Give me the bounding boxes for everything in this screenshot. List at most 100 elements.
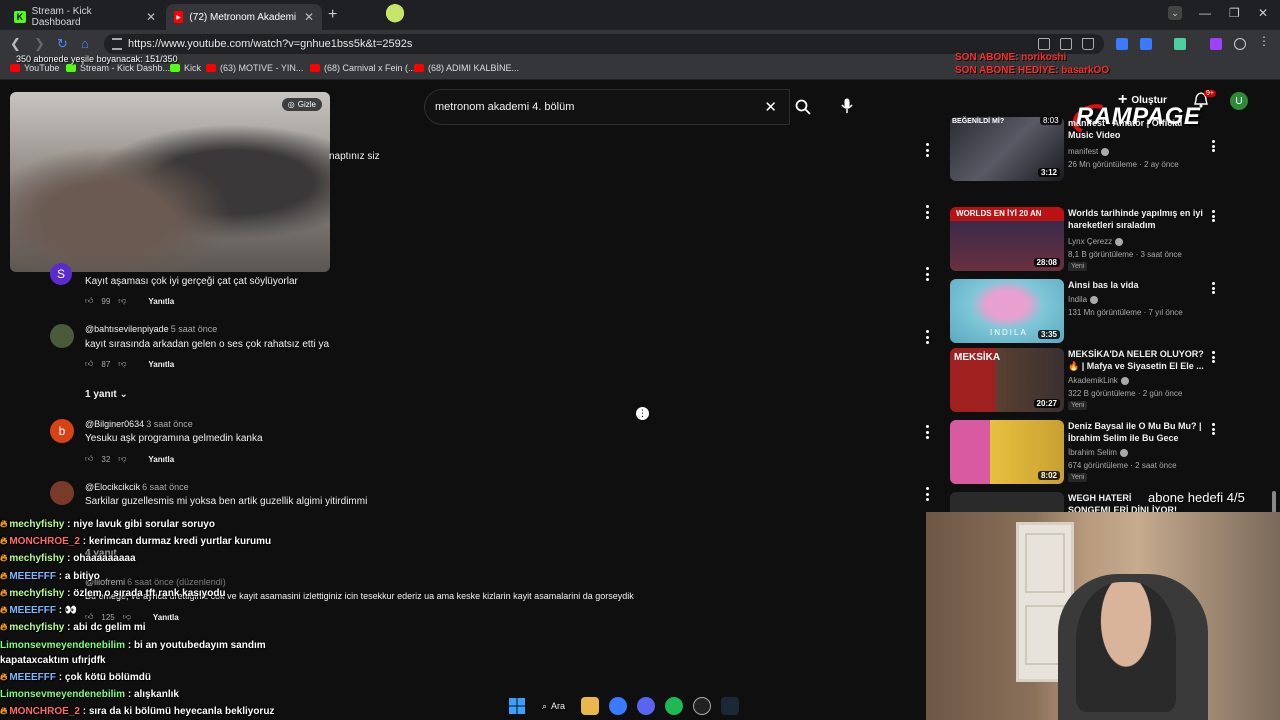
video-title[interactable]: Ainsi bas la vida [1068, 279, 1206, 291]
bookmark-item[interactable]: (68) Carnival x Fein (... [310, 63, 416, 73]
like-icon[interactable]: 👍︎ [85, 296, 93, 306]
account-avatar[interactable]: U [1230, 92, 1248, 110]
video-options-icon[interactable] [1212, 423, 1216, 435]
comment-author[interactable]: @bahtısevilenpiyade 5 saat önce [85, 324, 217, 334]
mini-player-video[interactable]: ◎ Gizle [10, 92, 330, 272]
windows-start-icon[interactable] [508, 697, 526, 715]
more-options-icon[interactable] [924, 267, 930, 281]
video-options-icon[interactable] [1212, 210, 1216, 222]
hide-button[interactable]: ◎ Gizle [281, 98, 322, 111]
reply-button[interactable]: Yanıtla [153, 613, 179, 622]
video-thumbnail[interactable]: WORLDS EN İYİ 20 AN 28:08 [950, 207, 1064, 271]
view-replies-button[interactable]: 1 yanıt ⌄ [85, 389, 128, 400]
video-thumbnail[interactable] [950, 492, 1064, 512]
cursor-options-icon[interactable]: ⋮ [636, 407, 649, 420]
voice-search-button[interactable] [832, 91, 862, 121]
site-settings-icon[interactable] [112, 38, 122, 50]
tab-youtube-video[interactable]: ▶ (72) Metronom Akademi | 4. Bö ✕ [166, 4, 322, 30]
extension-icon[interactable] [1210, 38, 1222, 50]
recommended-video[interactable]: WORLDS EN İYİ 20 AN 28:08 Worlds tarihin… [950, 207, 1220, 271]
video-options-icon[interactable] [1212, 351, 1216, 363]
more-options-icon[interactable] [924, 143, 930, 157]
discord-icon[interactable] [637, 697, 656, 715]
extension-icon[interactable] [1174, 38, 1186, 50]
dislike-icon[interactable]: 👎︎ [123, 612, 131, 622]
close-window-icon[interactable]: ✕ [1258, 6, 1268, 20]
browser-icon[interactable] [609, 697, 628, 715]
video-title[interactable]: Deniz Baysal ile O Mu Bu Mu? | İbrahim S… [1068, 420, 1206, 444]
video-thumbnail[interactable]: 3:12 [950, 117, 1064, 181]
video-options-icon[interactable] [1212, 282, 1216, 294]
video-options-icon[interactable] [1212, 140, 1216, 152]
bookmark-item[interactable]: (68) ADIMI KALBİNE... [414, 63, 519, 73]
dislike-icon[interactable]: 👎︎ [118, 454, 126, 464]
url-field[interactable]: https://www.youtube.com/watch?v=gnhue1bs… [104, 34, 1104, 54]
video-thumbnail[interactable]: INDILA 3:35 [950, 279, 1064, 343]
commenter-avatar[interactable]: S [50, 263, 72, 285]
like-icon[interactable]: 👍︎ [85, 612, 93, 622]
obs-icon[interactable] [693, 697, 712, 715]
more-options-icon[interactable] [924, 330, 930, 344]
bookmark-item[interactable]: (63) MOTIVE - YIN... [206, 63, 303, 73]
profile-icon[interactable] [1234, 38, 1246, 50]
menu-icon[interactable]: ⋮ [1258, 34, 1270, 48]
recommended-video[interactable]: 3:12 manifest - Amatör | Official Music … [950, 117, 1220, 181]
reply-button[interactable]: Yanıtla [148, 455, 174, 464]
commenter-avatar[interactable]: b [50, 419, 74, 443]
tab-kick-dashboard[interactable]: K Stream - Kick Dashboard ✕ [6, 4, 164, 30]
recommended-video[interactable]: MEKSİKA 20:27 MEKSİKA'DA NELER OLUYOR? 🔥… [950, 348, 1220, 412]
video-title[interactable]: manifest - Amatör | Official Music Video [1068, 117, 1206, 141]
dislike-icon[interactable]: 👎︎ [118, 359, 126, 369]
video-title[interactable]: MEKSİKA'DA NELER OLUYOR? 🔥 | Mafya ve Si… [1068, 348, 1206, 372]
video-title[interactable]: Worlds tarihinde yapılmış en iyi hareket… [1068, 207, 1206, 231]
channel-name[interactable]: manifest [1068, 147, 1110, 156]
reply-button[interactable]: Yanıtla [148, 360, 174, 369]
steam-icon[interactable] [721, 697, 740, 715]
close-icon[interactable]: ✕ [304, 10, 314, 24]
channel-name[interactable]: AkademikLink [1068, 376, 1129, 385]
bookmark-item[interactable]: Kick [170, 63, 201, 73]
channel-name[interactable]: Lynx Çerezz [1068, 237, 1124, 246]
more-options-icon[interactable] [924, 425, 930, 439]
share-icon[interactable] [1060, 38, 1072, 50]
scrollbar-thumb[interactable] [1272, 491, 1276, 513]
like-icon[interactable]: 👍︎ [85, 454, 93, 464]
taskbar-search[interactable]: ⌕ Ara [536, 701, 571, 712]
extension-icon[interactable] [1116, 38, 1128, 50]
channel-name[interactable]: Indila [1068, 295, 1099, 304]
more-options-icon[interactable] [924, 205, 930, 219]
video-thumbnail[interactable]: 8:02 [950, 420, 1064, 484]
more-options-icon[interactable] [924, 487, 930, 501]
bookmark-item[interactable]: Stream - Kick Dashb... [66, 63, 170, 73]
comment-author[interactable]: @Bilginer0634 3 saat önce [85, 419, 193, 429]
minimize-icon[interactable]: — [1199, 6, 1211, 20]
like-icon[interactable]: 👍︎ [85, 359, 93, 369]
recommended-video[interactable]: INDILA 3:35 Ainsi bas la vida Indila 131… [950, 279, 1220, 343]
bookmark-item[interactable]: YouTube [10, 63, 59, 73]
install-icon[interactable] [1038, 38, 1050, 50]
comment-author[interactable]: @lllofremi 6 saat önce (düzenlendi) [85, 577, 226, 587]
maximize-icon[interactable]: ❐ [1229, 6, 1240, 20]
recommended-video[interactable]: 8:02 Deniz Baysal ile O Mu Bu Mu? | İbra… [950, 420, 1220, 484]
video-thumbnail[interactable]: MEKSİKA 20:27 [950, 348, 1064, 412]
reload-icon[interactable]: ↻ [57, 36, 68, 52]
search-button[interactable] [786, 89, 820, 125]
tab-search-icon[interactable]: ⌄ [1168, 6, 1182, 20]
close-icon[interactable]: ✕ [146, 10, 156, 24]
search-input[interactable]: metronom akademi 4. bölüm ✕ [424, 89, 790, 125]
reply-button[interactable]: Yanıtla [148, 297, 174, 306]
file-explorer-icon[interactable] [581, 697, 600, 715]
bookmark-icon[interactable] [1082, 38, 1094, 50]
new-tab-button[interactable]: + [328, 6, 337, 24]
commenter-avatar[interactable] [50, 324, 74, 348]
clear-search-icon[interactable]: ✕ [764, 98, 777, 116]
home-icon[interactable]: ⌂ [81, 36, 89, 51]
commenter-avatar[interactable] [50, 481, 74, 505]
channel-name[interactable]: İbrahim Selim [1068, 448, 1128, 457]
dislike-icon[interactable]: 👎︎ [118, 296, 126, 306]
spotify-icon[interactable] [665, 697, 684, 715]
back-icon[interactable]: ❮ [10, 36, 21, 52]
extension-icon[interactable] [1140, 38, 1152, 50]
comment-author[interactable]: @Elocikcikcik 6 saat önce [85, 482, 189, 492]
forward-icon[interactable]: ❯ [34, 36, 45, 52]
